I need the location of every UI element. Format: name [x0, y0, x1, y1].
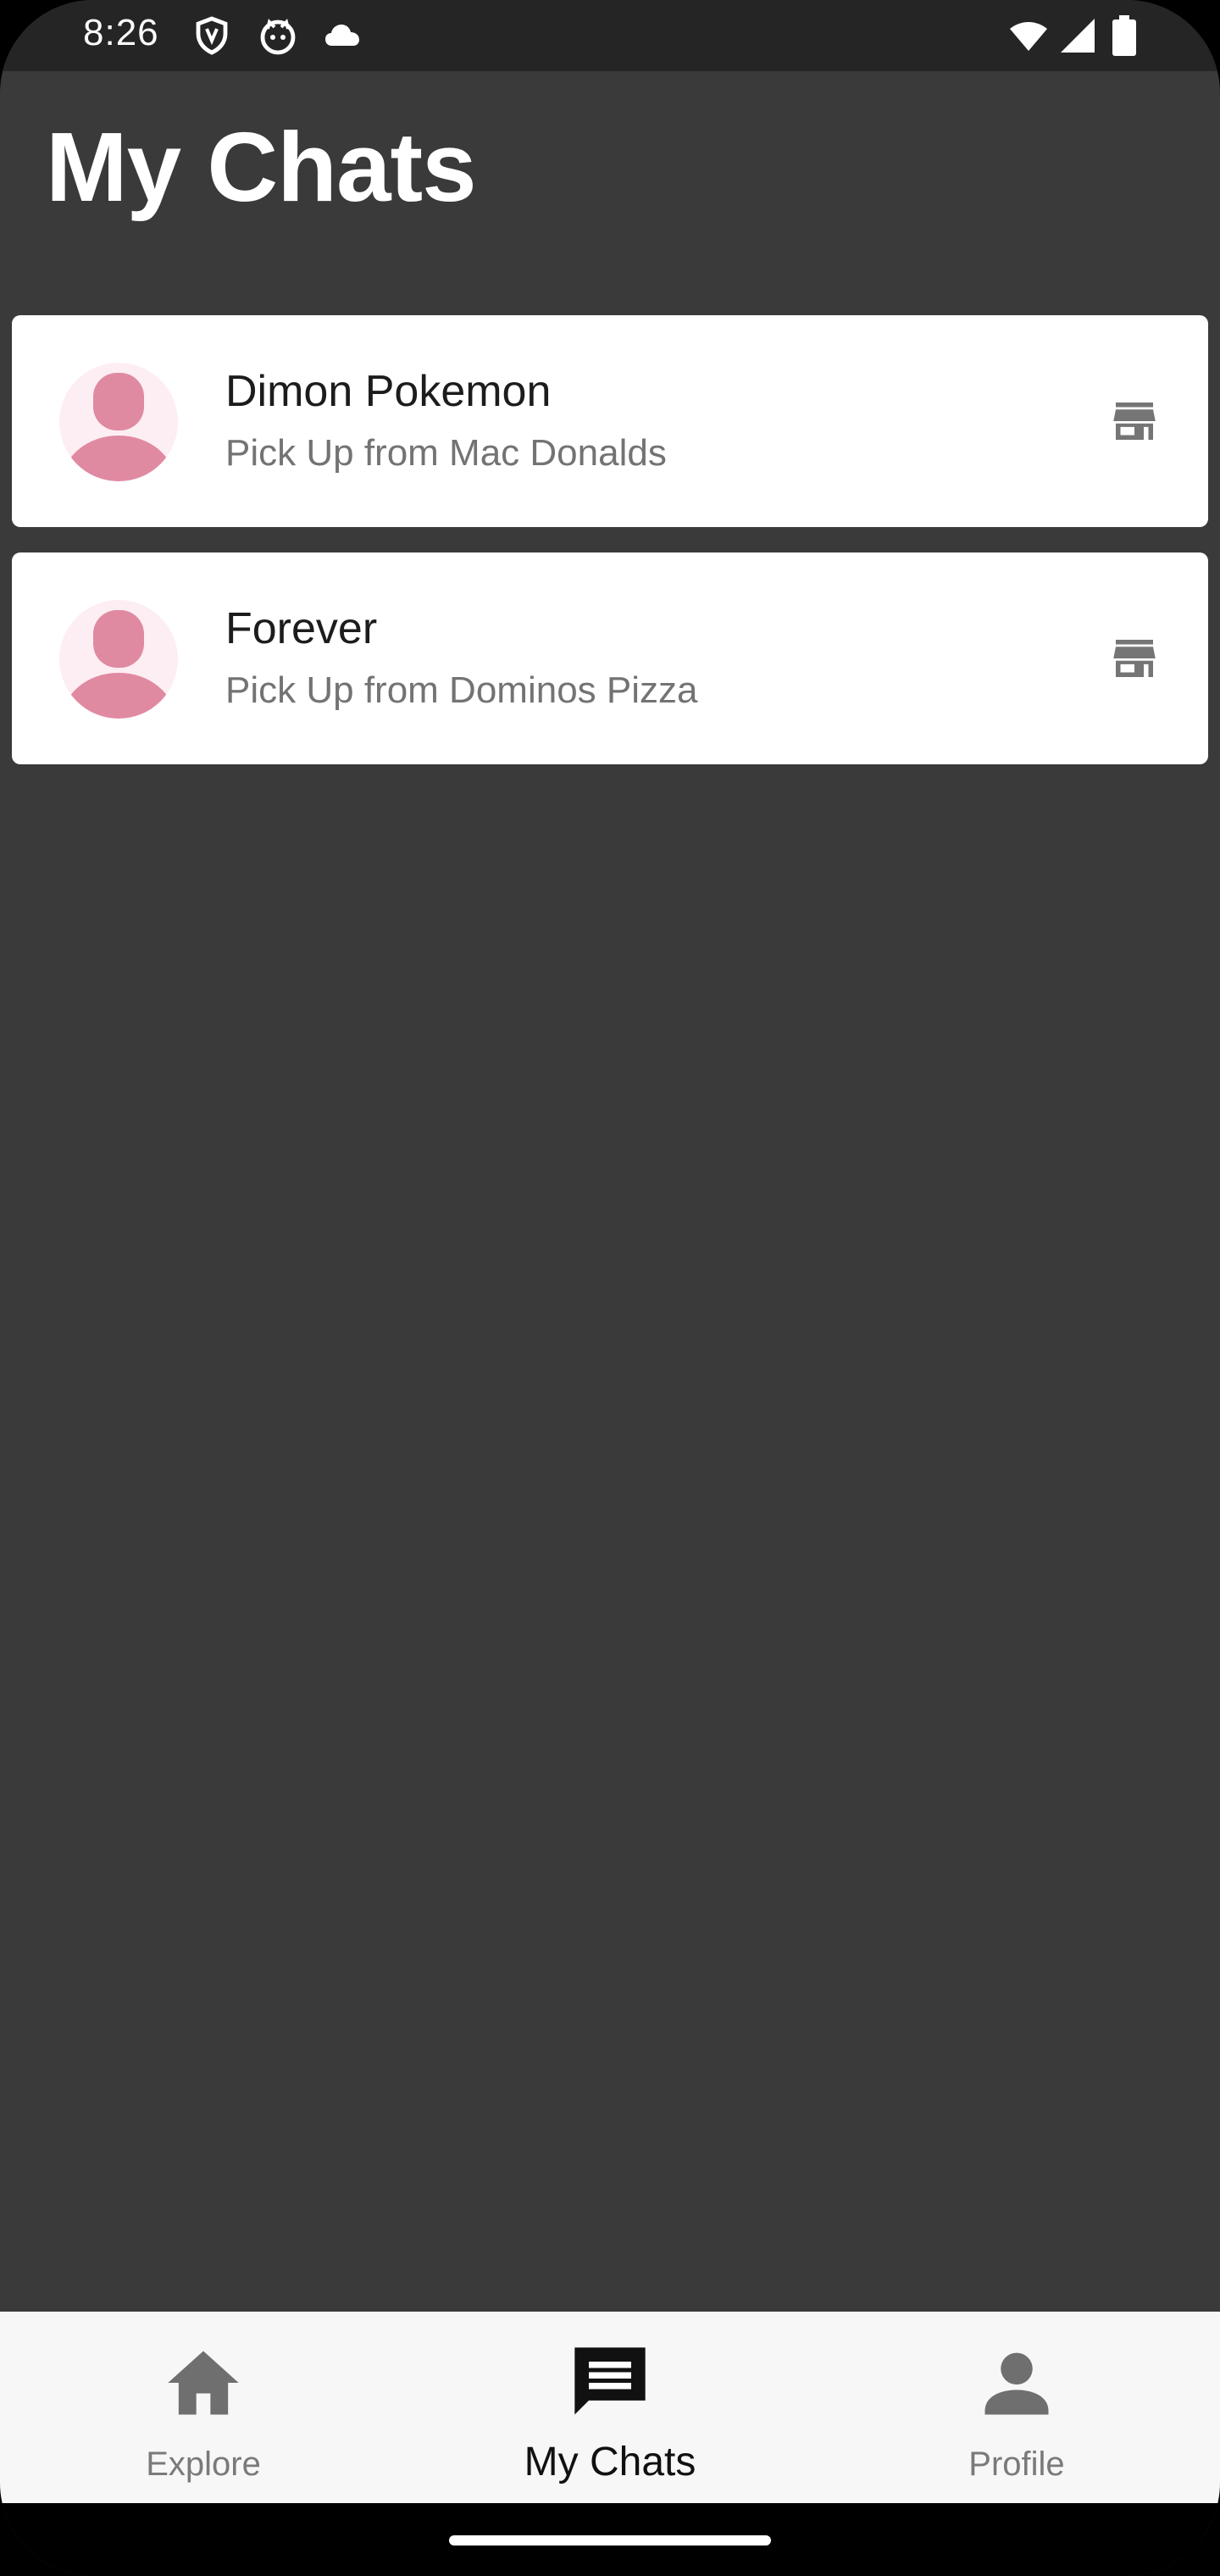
chat-name: Dimon Pokemon [225, 367, 552, 416]
home-indicator[interactable] [449, 2535, 771, 2545]
store-icon[interactable] [1105, 630, 1164, 686]
nav-item-explore[interactable]: Explore [0, 2312, 407, 2503]
cat-icon [258, 15, 298, 56]
nav-label: Explore [146, 2446, 261, 2483]
signal-icon [1057, 15, 1098, 56]
chat-name: Forever [225, 604, 378, 653]
phone-screen: 8:26 My Chats Dimon Pokemon Pick Up from… [0, 0, 1220, 2576]
shield-icon [191, 15, 232, 56]
chat-item-forever[interactable]: Forever Pick Up from Dominos Pizza [12, 552, 1208, 764]
nav-label: Profile [968, 2446, 1065, 2483]
cloud-icon [322, 15, 363, 56]
nav-item-profile[interactable]: Profile [813, 2312, 1220, 2503]
person-icon [970, 2340, 1063, 2425]
person-icon [63, 373, 175, 481]
status-bar: 8:26 [0, 0, 1220, 71]
chat-subtitle: Pick Up from Mac Donalds [225, 432, 667, 474]
nav-item-my-chats[interactable]: My Chats [407, 2312, 813, 2503]
nav-label: My Chats [524, 2440, 696, 2484]
status-time: 8:26 [83, 12, 159, 53]
wifi-icon [1005, 15, 1052, 56]
chat-subtitle: Pick Up from Dominos Pizza [225, 669, 698, 711]
gesture-area [0, 2503, 1220, 2576]
avatar [59, 600, 178, 719]
person-icon [63, 610, 175, 719]
chat-icon [563, 2340, 657, 2425]
store-icon[interactable] [1105, 393, 1164, 449]
chat-item-dimon-pokemon[interactable]: Dimon Pokemon Pick Up from Mac Donalds [12, 315, 1208, 527]
page-title: My Chats [46, 112, 477, 222]
avatar [59, 363, 178, 481]
battery-icon [1110, 15, 1139, 56]
bottom-nav: Explore My Chats Profile [0, 2312, 1220, 2503]
home-icon [157, 2340, 250, 2425]
